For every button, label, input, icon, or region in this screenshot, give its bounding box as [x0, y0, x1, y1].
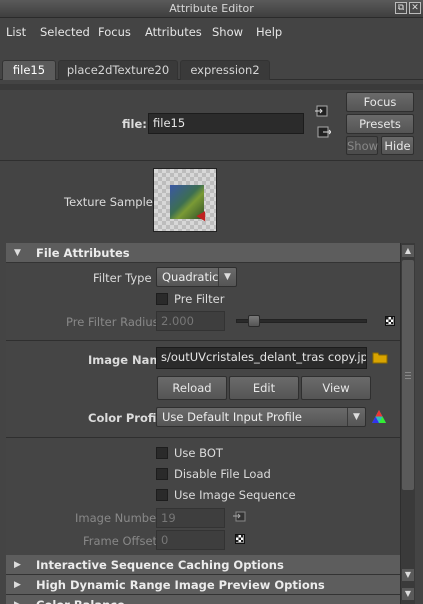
section-hdr-preview-options[interactable]: ▶ High Dynamic Range Image Preview Optio… — [6, 575, 400, 595]
reload-button[interactable]: Reload — [157, 376, 227, 400]
float-window-icon[interactable]: ⧉ — [395, 2, 407, 14]
header-separator — [0, 160, 423, 161]
filter-type-label: Filter Type — [93, 271, 152, 285]
chevron-down-icon: ▼ — [347, 408, 365, 426]
pre-filter-label: Pre Filter — [174, 292, 225, 306]
section-title: Interactive Sequence Caching Options — [36, 558, 284, 572]
expand-triangle-icon: ▶ — [14, 595, 21, 604]
section-file-attributes[interactable]: ▼ File Attributes — [6, 243, 400, 263]
menu-bar: List Selected Focus Attributes Show Help — [0, 18, 423, 46]
view-button[interactable]: View — [301, 376, 371, 400]
image-name-field[interactable]: s/outUVcristales_delant_tras copy.jpg — [156, 347, 367, 369]
divider — [6, 437, 400, 438]
input-connection-icon[interactable] — [315, 105, 329, 119]
tab-file15[interactable]: file15 — [2, 60, 56, 80]
hide-button[interactable]: Hide — [381, 136, 414, 155]
filter-type-value: Quadratic — [162, 270, 219, 284]
focus-button[interactable]: Focus — [346, 92, 414, 112]
pre-filter-radius-label: Pre Filter Radius — [66, 315, 159, 329]
expand-triangle-icon: ▶ — [14, 580, 21, 590]
edit-button[interactable]: Edit — [229, 376, 299, 400]
texture-sample-label: Texture Sample — [64, 195, 153, 209]
pre-filter-radius-slider-thumb[interactable] — [247, 315, 260, 327]
chevron-down-icon: ▼ — [218, 268, 236, 286]
input-connection-icon[interactable] — [233, 510, 247, 524]
scroll-up-icon[interactable]: ▲ — [402, 245, 414, 257]
menu-help[interactable]: Help — [256, 25, 282, 39]
scroll-down-icon[interactable]: ▼ — [402, 569, 414, 581]
top-separator — [0, 84, 423, 90]
disable-file-load-label: Disable File Load — [174, 467, 271, 481]
output-connection-icon[interactable] — [317, 126, 331, 140]
filter-type-dropdown[interactable]: Quadratic ▼ — [156, 267, 237, 287]
use-image-sequence-checkbox[interactable] — [156, 489, 168, 501]
menu-focus[interactable]: Focus — [98, 25, 131, 39]
grip-line — [405, 375, 411, 376]
show-button[interactable]: Show — [346, 136, 378, 155]
use-bot-label: Use BOT — [174, 446, 223, 460]
scrollbar-thumb[interactable] — [402, 260, 414, 490]
node-name-label: file: — [122, 117, 147, 131]
color-wheel-icon[interactable] — [371, 409, 387, 425]
image-number-field[interactable]: 19 — [156, 508, 225, 528]
collapse-triangle-icon: ▼ — [14, 248, 21, 258]
window-title: Attribute Editor — [169, 2, 254, 15]
texture-sample-swatch[interactable] — [153, 168, 217, 232]
title-bar: Attribute Editor ⧉ ✕ — [0, 0, 423, 18]
vertical-scrollbar[interactable]: ▲ ▼ ▼ — [400, 243, 415, 604]
map-button-icon[interactable] — [235, 534, 245, 544]
tab-place2dtexture20[interactable]: place2dTexture20 — [58, 60, 178, 80]
expand-triangle-icon: ▶ — [14, 560, 21, 570]
pre-filter-radius-field[interactable]: 2.000 — [156, 311, 225, 331]
menu-show[interactable]: Show — [212, 25, 243, 39]
map-button-icon[interactable] — [385, 316, 395, 326]
grip-line — [405, 372, 411, 373]
section-color-balance[interactable]: ▶ Color Balance — [6, 595, 400, 604]
tab-expression2[interactable]: expression2 — [180, 60, 270, 80]
attribute-panel: ▼ File Attributes Filter Type Quadratic … — [6, 243, 400, 604]
disable-file-load-checkbox[interactable] — [156, 468, 168, 480]
node-tabs: file15 place2dTexture20 expression2 — [0, 58, 423, 80]
section-title: High Dynamic Range Image Preview Options — [36, 578, 325, 592]
image-number-label: Image Number — [75, 511, 161, 525]
pre-filter-checkbox[interactable] — [156, 293, 168, 305]
section-title: Color Balance — [36, 595, 125, 604]
menu-attributes[interactable]: Attributes — [145, 25, 202, 39]
color-profile-dropdown[interactable]: Use Default Input Profile ▼ — [156, 407, 366, 427]
close-icon[interactable]: ✕ — [409, 2, 421, 14]
menu-selected[interactable]: Selected — [40, 25, 90, 39]
node-name-field[interactable]: file15 — [148, 113, 304, 134]
frame-offset-field[interactable]: 0 — [156, 530, 225, 550]
presets-button[interactable]: Presets — [346, 114, 414, 134]
frame-offset-label: Frame Offset — [83, 534, 158, 548]
section-title: File Attributes — [36, 246, 130, 260]
use-image-sequence-label: Use Image Sequence — [174, 488, 296, 502]
menu-list[interactable]: List — [6, 25, 26, 39]
color-profile-value: Use Default Input Profile — [162, 410, 303, 424]
use-bot-checkbox[interactable] — [156, 447, 168, 459]
section-interactive-sequence-caching[interactable]: ▶ Interactive Sequence Caching Options — [6, 555, 400, 575]
folder-icon[interactable] — [372, 350, 388, 364]
scroll-bottom-icon[interactable]: ▼ — [402, 588, 414, 600]
grip-line — [405, 378, 411, 379]
divider — [6, 340, 400, 341]
